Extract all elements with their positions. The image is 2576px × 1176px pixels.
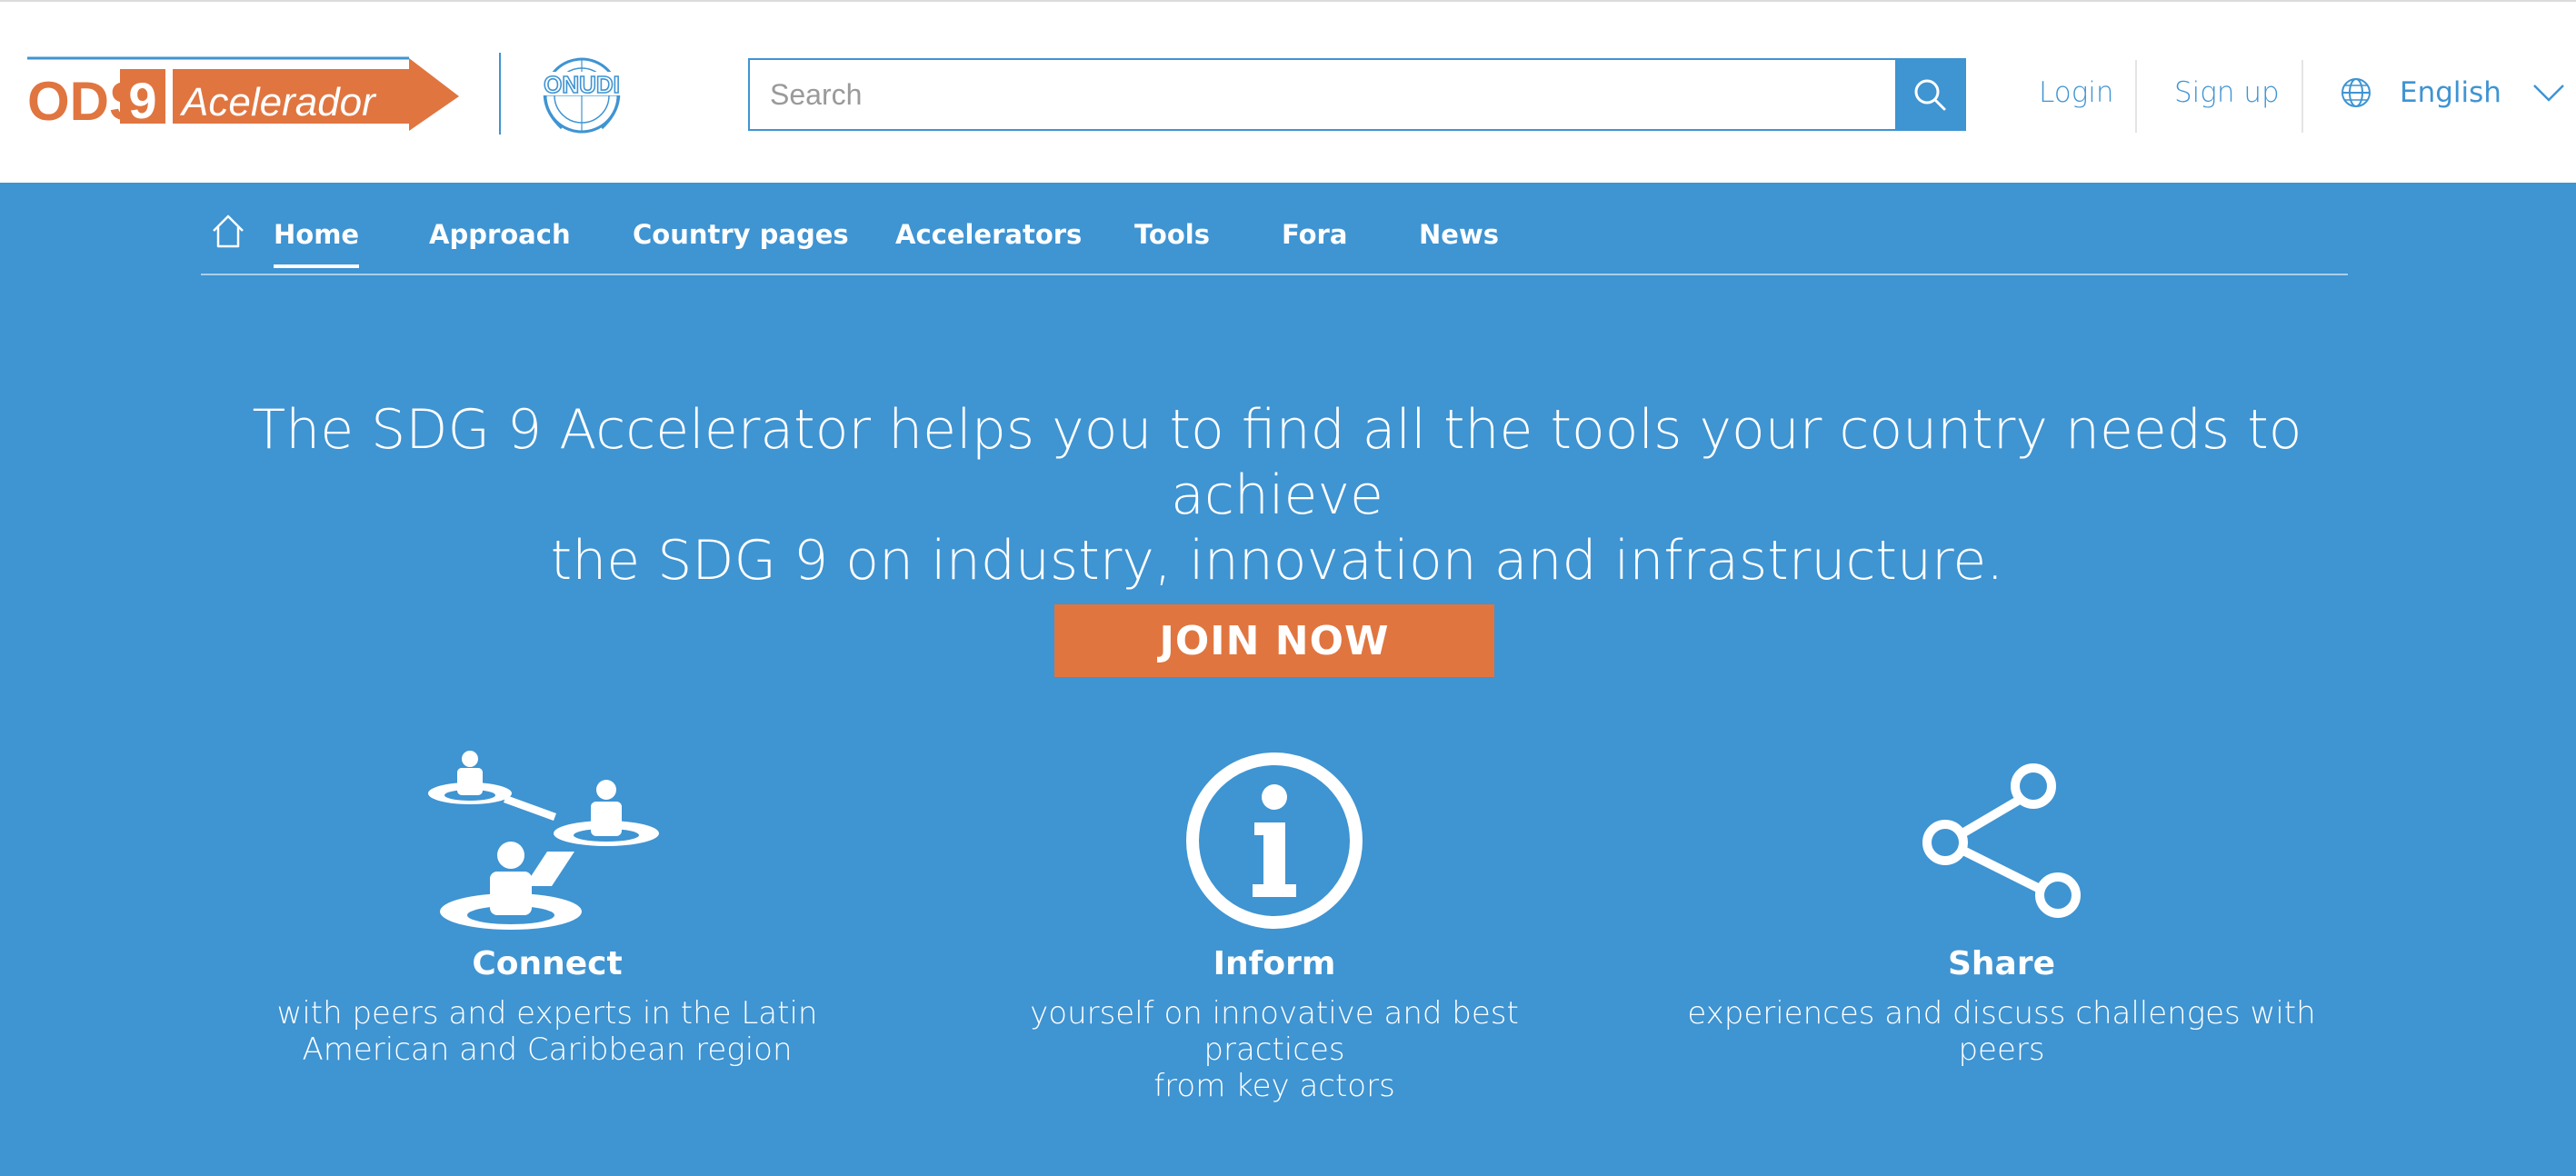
search-input[interactable]: [750, 60, 1897, 129]
globe-icon: [2341, 78, 2371, 107]
home-icon[interactable]: [210, 213, 246, 249]
signup-link[interactable]: Sign up: [2174, 76, 2280, 109]
nav-item-news[interactable]: News: [1419, 219, 1499, 250]
hero-title-line-1: The SDG 9 Accelerator helps you to find …: [252, 398, 2302, 527]
site-header: ODS 9 Acelerador ONUDI Login Sign up: [0, 0, 2576, 183]
logo-divider: [499, 53, 501, 135]
feature-description-line: experiences and discuss challenges with: [1687, 995, 2316, 1031]
nav-item-tools[interactable]: Tools: [1134, 219, 1210, 250]
nav-item-accelerators[interactable]: Accelerators: [895, 219, 1082, 250]
header-separator: [2301, 60, 2303, 133]
feature-share: Share experiences and discuss challenges…: [1683, 745, 2320, 1068]
nav-item-approach[interactable]: Approach: [429, 219, 571, 250]
login-link[interactable]: Login: [2039, 76, 2114, 109]
onudi-text: ONUDI: [544, 71, 620, 98]
onudi-logo[interactable]: ONUDI: [534, 52, 629, 135]
feature-title: Inform: [1213, 945, 1336, 982]
search-box: [748, 58, 1966, 131]
people-network-icon: [428, 751, 659, 930]
hero-title-line-2: the SDG 9 on industry, innovation and in…: [550, 529, 2004, 593]
feature-description: experiences and discuss challenges with …: [1683, 995, 2320, 1068]
feature-description-line: from key actors: [1153, 1068, 1395, 1104]
header-separator: [2135, 60, 2137, 133]
logo-word: Acelerador: [179, 80, 377, 125]
chevron-down-icon: [2533, 85, 2564, 102]
feature-connect: Connect with peers and experts in the La…: [229, 745, 865, 1068]
language-label: English: [2400, 76, 2501, 109]
join-now-button[interactable]: JOIN NOW: [1054, 604, 1494, 677]
share-icon: [1922, 763, 2081, 918]
feature-description-line: American and Caribbean region: [302, 1031, 793, 1068]
search-icon: [1914, 79, 1946, 111]
feature-description-line: peers: [1958, 1031, 2045, 1068]
feature-description: with peers and experts in the Latin Amer…: [229, 995, 865, 1068]
feature-title: Connect: [472, 945, 623, 982]
ods9-acelerador-logo[interactable]: ODS 9 Acelerador: [27, 55, 464, 131]
feature-description-line: yourself on innovative and best practice…: [1030, 995, 1519, 1068]
info-icon: [1186, 752, 1363, 929]
nav-item-home[interactable]: Home: [274, 219, 360, 268]
logo-number: 9: [128, 72, 156, 129]
language-selector[interactable]: English: [2340, 76, 2565, 109]
feature-title: Share: [1947, 945, 2056, 982]
feature-inform: Inform yourself on innovative and best p…: [956, 745, 1593, 1104]
search-button[interactable]: [1895, 60, 1964, 129]
feature-description-line: with peers and experts in the Latin: [276, 995, 818, 1031]
feature-description: yourself on innovative and best practice…: [956, 995, 1593, 1104]
nav-item-country-pages[interactable]: Country pages: [633, 219, 849, 250]
nav-item-fora[interactable]: Fora: [1282, 219, 1347, 250]
hero-title: The SDG 9 Accelerator helps you to find …: [164, 397, 2391, 593]
main-nav: Home Approach Country pages Accelerators…: [201, 183, 2348, 275]
